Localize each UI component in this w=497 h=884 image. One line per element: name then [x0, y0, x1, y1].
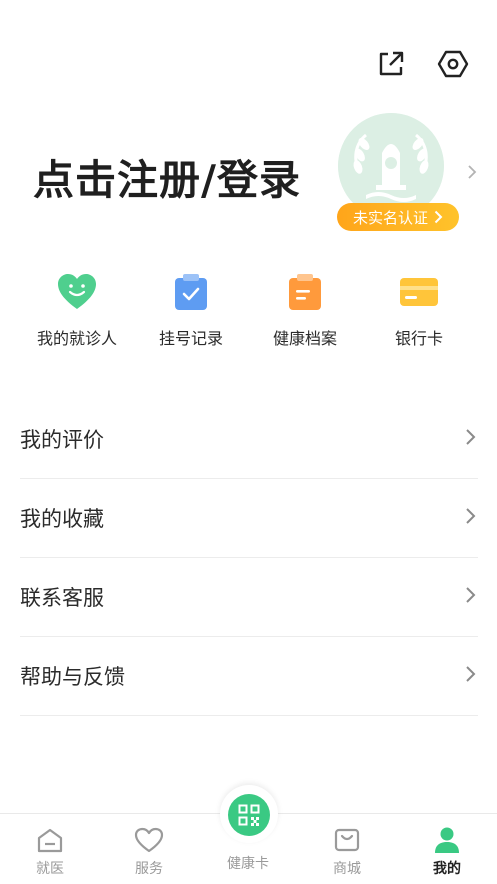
menu-item-label: 我的评价	[20, 428, 104, 452]
menu-item-help-feedback[interactable]: 帮助与反馈	[20, 637, 478, 716]
health-card-button[interactable]	[228, 794, 270, 836]
menu-item-my-favorites[interactable]: 我的收藏	[20, 479, 478, 558]
quick-action-label: 银行卡	[394, 329, 443, 348]
settings-hexagon-icon[interactable]	[434, 45, 472, 83]
heart-smile-icon	[57, 272, 97, 312]
tab-services[interactable]: 服务	[114, 825, 184, 878]
tab-mall[interactable]: 商城	[312, 825, 382, 878]
tab-label: 服务	[135, 861, 163, 877]
chevron-right-icon	[465, 507, 476, 529]
menu-item-customer-service[interactable]: 联系客服	[20, 558, 478, 637]
tab-medical[interactable]: 就医	[15, 825, 85, 878]
tab-label: 我的	[433, 861, 461, 877]
menu-item-my-reviews[interactable]: 我的评价	[20, 400, 478, 479]
user-icon	[432, 825, 462, 855]
tab-label: 健康卡	[227, 856, 269, 872]
clinic-icon	[35, 825, 65, 855]
quick-action-bank-card[interactable]: 银行卡	[364, 272, 474, 349]
verify-identity-badge[interactable]: 未实名认证	[337, 203, 459, 231]
chevron-right-icon	[465, 428, 476, 450]
menu-item-label: 帮助与反馈	[20, 665, 125, 689]
heart-outline-icon	[134, 825, 164, 855]
qr-code-icon	[238, 804, 260, 826]
quick-action-registration-records[interactable]: 挂号记录	[136, 272, 246, 349]
shopping-bag-icon	[332, 825, 362, 855]
login-register-title[interactable]: 点击注册/登录	[33, 146, 301, 206]
menu-item-label: 我的收藏	[20, 507, 104, 531]
quick-action-label: 健康档案	[272, 329, 337, 348]
tab-mine[interactable]: 我的	[412, 825, 482, 878]
tab-health-card[interactable]: 健康卡	[213, 853, 283, 873]
quick-action-health-records[interactable]: 健康档案	[250, 272, 360, 349]
profile-chevron-right-icon[interactable]	[467, 164, 477, 184]
quick-action-my-patients[interactable]: 我的就诊人	[22, 272, 132, 349]
health-record-icon	[285, 272, 325, 312]
chevron-right-icon	[465, 665, 476, 687]
verify-badge-label: 未实名认证	[352, 208, 428, 227]
chevron-right-icon	[434, 210, 443, 224]
tab-label: 就医	[36, 861, 64, 877]
chevron-right-icon	[465, 586, 476, 608]
tab-label: 商城	[333, 861, 361, 877]
clipboard-check-icon	[171, 272, 211, 312]
menu-item-label: 联系客服	[20, 586, 104, 610]
share-icon[interactable]	[372, 45, 410, 83]
quick-action-label: 挂号记录	[158, 329, 223, 348]
bank-card-icon	[399, 272, 439, 312]
quick-action-label: 我的就诊人	[36, 329, 117, 348]
